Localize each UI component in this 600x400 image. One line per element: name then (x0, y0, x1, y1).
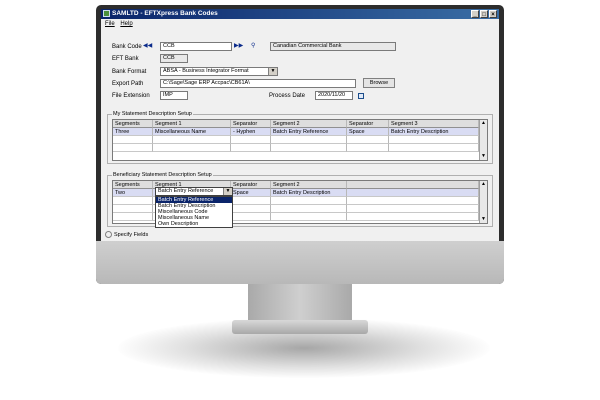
file-extension-label: File Extension (112, 93, 150, 99)
column-header[interactable]: Separator (231, 181, 271, 189)
search-icon[interactable]: ⚲ (251, 42, 255, 51)
next-record-icon[interactable]: ▶▶ (234, 42, 243, 51)
bank-code-input[interactable]: CCB (160, 42, 232, 51)
calendar-icon[interactable] (358, 93, 364, 99)
segment-1-dropdown-list[interactable]: Batch Entry Reference Batch Entry Descri… (155, 196, 233, 228)
statement-setup-group: My Statement Description Setup Segments … (107, 110, 493, 164)
first-record-icon[interactable]: ◀◀ (143, 42, 152, 51)
table-cell[interactable]: Space (231, 189, 271, 197)
specify-fields-radio[interactable] (105, 231, 112, 239)
table-cell[interactable]: Space (347, 128, 389, 136)
scroll-up-icon[interactable]: ▲ (480, 120, 487, 127)
table-cell[interactable]: Miscellaneous Name (153, 128, 231, 136)
column-header[interactable]: Segment 2 (271, 181, 347, 189)
statement-setup-grid: Segments Segment 1 Separator Segment 2 S… (112, 119, 488, 161)
table-cell[interactable]: Batch Entry Reference (271, 128, 347, 136)
dropdown-option[interactable]: Own Description (156, 221, 232, 227)
bank-code-label: Bank Code (112, 44, 142, 50)
specify-fields-option[interactable]: Specify Fields (105, 231, 148, 239)
eft-bank-field: CCB (160, 54, 188, 63)
file-extension-input[interactable]: IMP (160, 91, 188, 100)
process-date-label: Process Date (269, 93, 306, 99)
bank-description-field: Canadian Commercial Bank (270, 42, 396, 51)
segment-1-combo[interactable]: Batch Entry Reference ▼ (155, 187, 233, 196)
column-header[interactable]: Segment 3 (389, 120, 479, 128)
scroll-up-icon[interactable]: ▲ (480, 181, 487, 188)
statement-setup-title: My Statement Description Setup (112, 110, 193, 118)
process-date-input[interactable]: 2020/11/20 (315, 91, 353, 100)
table-row[interactable] (113, 136, 479, 144)
table-cell[interactable]: Two (113, 189, 153, 197)
specify-fields-label: Specify Fields (114, 232, 149, 238)
menu-file[interactable]: File (105, 21, 115, 27)
export-path-label: Export Path (112, 81, 144, 87)
beneficiary-grid-scrollbar[interactable]: ▲ ▼ (479, 181, 487, 223)
segment-1-combo-value: Batch Entry Reference (158, 188, 214, 194)
table-cell[interactable]: Batch Entry Description (271, 189, 347, 197)
scroll-down-icon[interactable]: ▼ (480, 216, 487, 223)
browse-button[interactable]: Browse (363, 78, 395, 88)
bank-format-value: ABSA - Business Integrator Format (163, 68, 249, 74)
dropdown-arrow-icon[interactable]: ▼ (268, 68, 277, 75)
monitor-chin (96, 241, 504, 284)
column-header[interactable]: Separator (347, 120, 389, 128)
app-icon (103, 10, 110, 17)
export-path-input[interactable]: C:\Sage\Sage ERP Accpac\CB61A\ (160, 79, 356, 88)
bank-format-label: Bank Format (112, 69, 147, 75)
statement-grid-scrollbar[interactable]: ▲ ▼ (479, 120, 487, 160)
column-header[interactable]: Segments (113, 181, 153, 189)
statement-grid-header: Segments Segment 1 Separator Segment 2 S… (113, 120, 479, 128)
eft-bank-label: EFT Bank (112, 56, 139, 62)
beneficiary-setup-title: Beneficiary Statement Description Setup (112, 171, 213, 179)
table-cell[interactable]: Batch Entry Description (389, 128, 479, 136)
dropdown-arrow-icon[interactable]: ▼ (223, 188, 232, 195)
window-title: SAMLTD - EFTXpress Bank Codes (112, 10, 218, 17)
column-header[interactable]: Segment 2 (271, 120, 347, 128)
column-header[interactable]: Segments (113, 120, 153, 128)
menu-bar: File Help (101, 19, 499, 29)
table-cell[interactable]: - Hyphen (231, 128, 271, 136)
scroll-down-icon[interactable]: ▼ (480, 153, 487, 160)
menu-help[interactable]: Help (120, 21, 132, 27)
minimize-button[interactable]: _ (471, 10, 479, 18)
close-button[interactable]: × (489, 10, 497, 18)
monitor-stand-neck (248, 284, 352, 324)
window-titlebar: SAMLTD - EFTXpress Bank Codes _ □ × (101, 9, 499, 19)
bank-format-select[interactable]: ABSA - Business Integrator Format ▼ (160, 67, 278, 76)
column-header[interactable]: Separator (231, 120, 271, 128)
table-row[interactable] (113, 144, 479, 152)
table-cell[interactable]: Three (113, 128, 153, 136)
table-row[interactable]: Three Miscellaneous Name - Hyphen Batch … (113, 128, 479, 136)
maximize-button[interactable]: □ (480, 10, 488, 18)
app-window: SAMLTD - EFTXpress Bank Codes _ □ × File… (101, 9, 499, 241)
column-header[interactable]: Segment 1 (153, 120, 231, 128)
monitor-stand-base (232, 320, 368, 334)
